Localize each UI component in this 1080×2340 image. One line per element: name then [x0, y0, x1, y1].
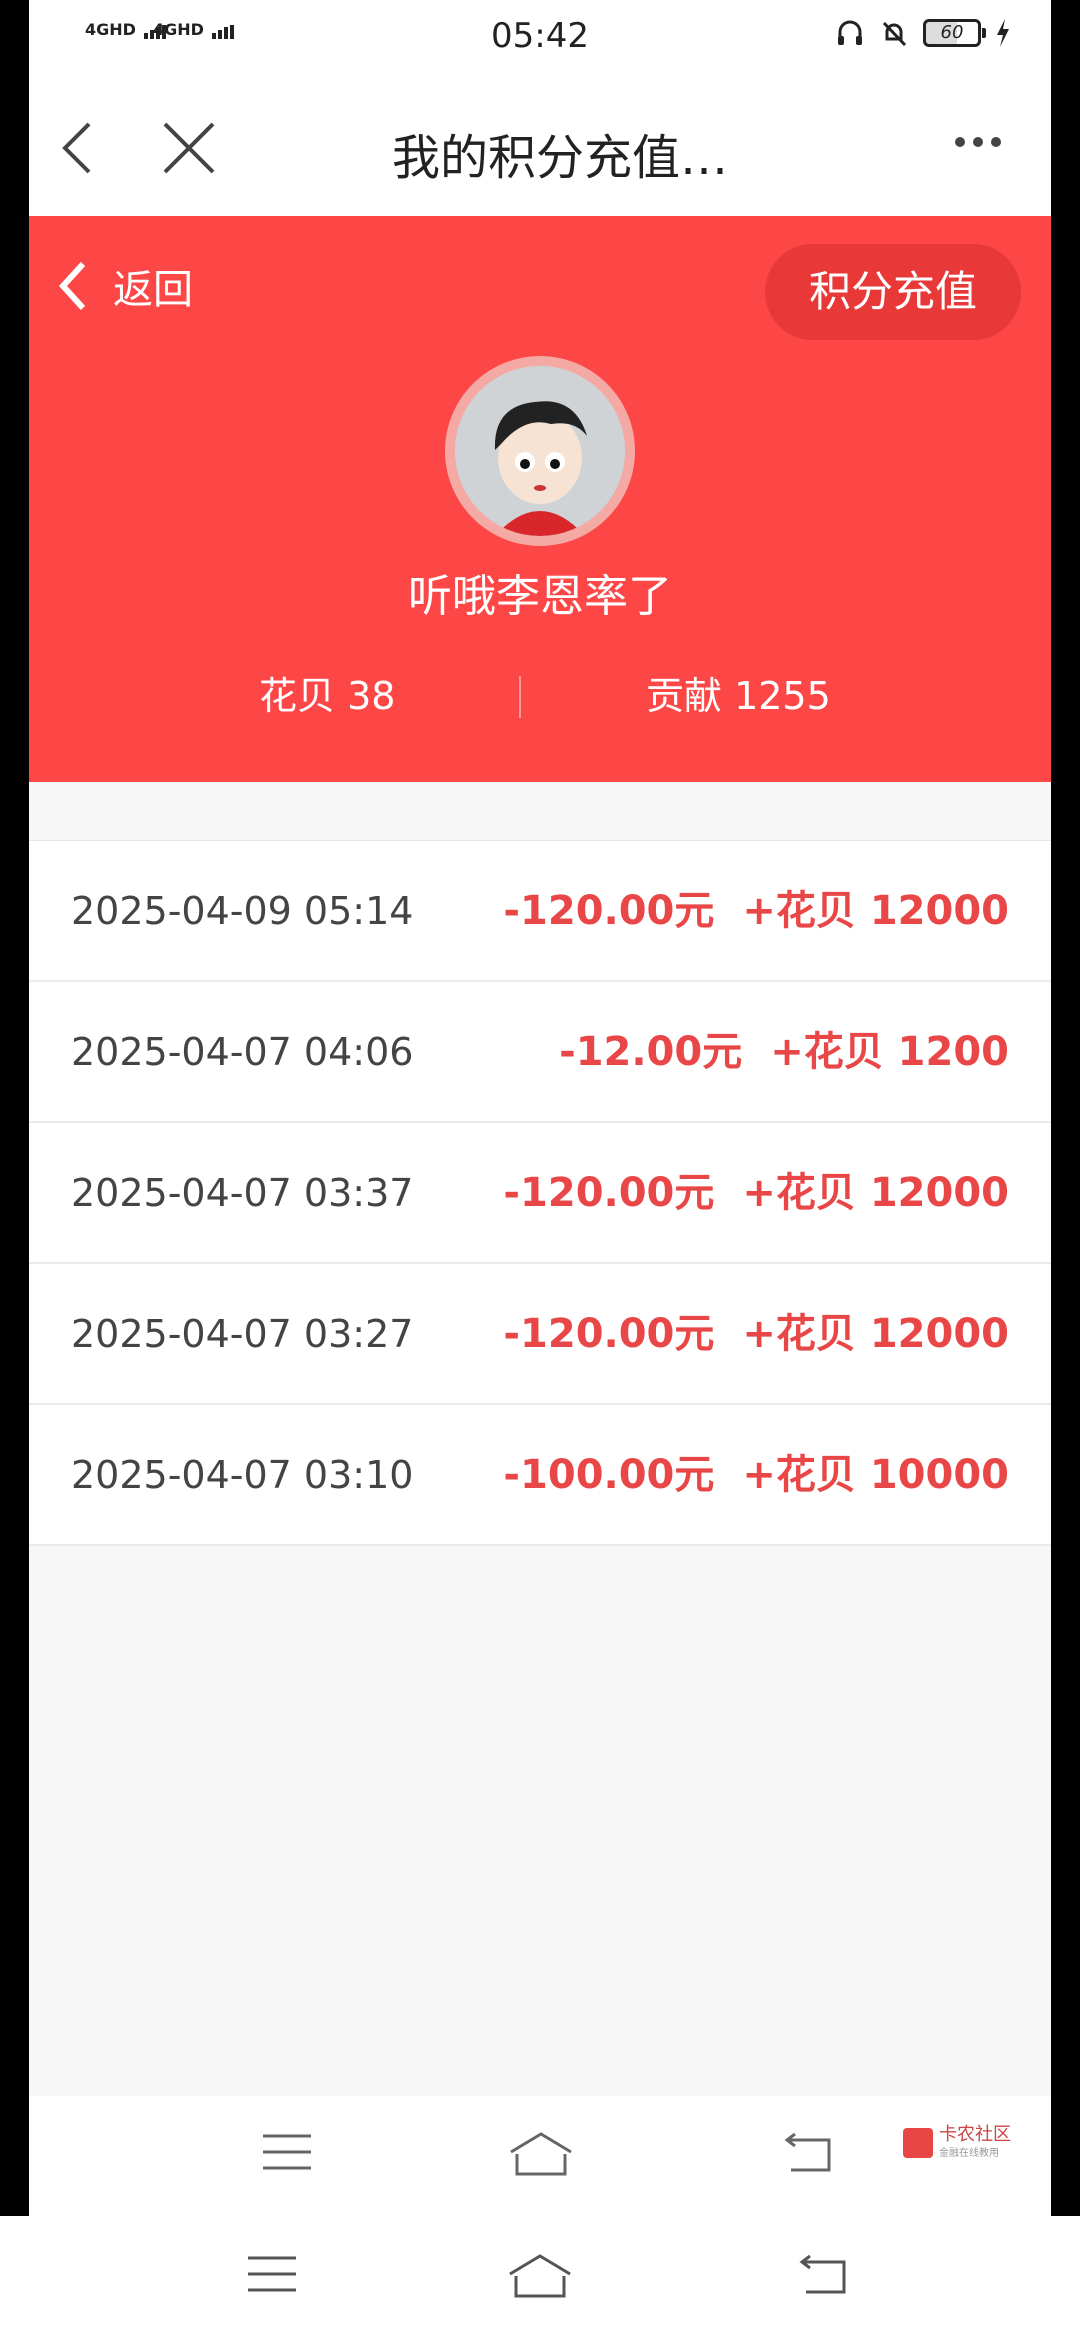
chevron-left-icon — [58, 261, 86, 311]
app-screen: 4GHD 4GHD 05:42 60 我的积分充值… 返回 积分充值 听哦李恩率… — [29, 0, 1051, 2216]
contribution-count: 贡献 1255 — [646, 674, 831, 718]
status-bar: 4GHD 4GHD 05:42 60 — [29, 0, 1051, 76]
record-amount: -120.00元 — [503, 1311, 715, 1357]
nav-bar: 我的积分充值… — [29, 76, 1051, 216]
system-nav-bar — [0, 2216, 1080, 2340]
avatar-image — [455, 366, 625, 536]
record-date: 2025-04-07 04:06 — [71, 1030, 414, 1074]
menu-icon[interactable] — [246, 2252, 298, 2296]
charging-icon — [997, 19, 1009, 47]
bell-muted-icon — [882, 21, 907, 47]
avatar — [445, 356, 635, 546]
record-amounts: -120.00元 +花贝 12000 — [503, 1123, 1009, 1264]
record-amounts: -12.00元 +花贝 1200 — [559, 982, 1009, 1123]
watermark-logo-icon — [903, 2127, 933, 2158]
page-title: 我的积分充值… — [391, 130, 728, 186]
headphones-icon — [838, 20, 862, 45]
record-amount: -120.00元 — [503, 1170, 715, 1216]
menu-icon[interactable] — [261, 2130, 313, 2174]
watermark: 卡农社区 金融在线教用 — [903, 2126, 1011, 2159]
record-points: +花贝 12000 — [742, 1311, 1009, 1357]
status-icons: 60 — [835, 18, 1011, 48]
record-points: +花贝 12000 — [742, 1170, 1009, 1216]
record-date: 2025-04-09 05:14 — [71, 889, 414, 933]
record-date: 2025-04-07 03:27 — [71, 1312, 414, 1356]
record-amount: -12.00元 — [559, 1029, 743, 1075]
watermark-title: 卡农社区 — [939, 2124, 1011, 2145]
record-points: +花贝 12000 — [742, 888, 1009, 934]
watermark-subtitle: 金融在线教用 — [939, 2148, 999, 2159]
record-amounts: -120.00元 +花贝 12000 — [503, 841, 1009, 982]
record-date: 2025-04-07 03:10 — [71, 1453, 414, 1497]
back-icon[interactable] — [798, 2252, 850, 2296]
list-item: 2025-04-07 03:27 -120.00元 +花贝 12000 — [29, 1264, 1051, 1405]
list-item: 2025-04-09 05:14 -120.00元 +花贝 12000 — [29, 841, 1051, 982]
recharge-button[interactable]: 积分充值 — [765, 244, 1021, 340]
home-icon[interactable] — [507, 2130, 575, 2178]
record-date: 2025-04-07 03:37 — [71, 1171, 414, 1215]
username: 听哦李恩率了 — [408, 571, 672, 622]
record-amount: -120.00元 — [503, 888, 715, 934]
record-points: +花贝 10000 — [742, 1452, 1009, 1498]
home-icon[interactable] — [506, 2252, 574, 2300]
stats-divider — [519, 676, 521, 718]
bottom-nav: 卡农社区 金融在线教用 — [29, 2096, 1051, 2216]
huabei-count: 花贝 38 — [259, 674, 396, 718]
list-item: 2025-04-07 03:37 -120.00元 +花贝 12000 — [29, 1123, 1051, 1264]
back-label: 返回 — [113, 267, 193, 313]
list-item: 2025-04-07 03:10 -100.00元 +花贝 10000 — [29, 1405, 1051, 1546]
record-amounts: -120.00元 +花贝 12000 — [503, 1264, 1009, 1405]
recharge-records: 2025-04-09 05:14 -120.00元 +花贝 12000 2025-… — [29, 840, 1051, 1546]
record-amounts: -100.00元 +花贝 10000 — [503, 1405, 1009, 1546]
user-stats: 花贝 38 贡献 1255 — [29, 666, 1051, 726]
back-button[interactable]: 返回 — [53, 256, 193, 316]
profile-header: 返回 积分充值 听哦李恩率了 花贝 38 贡献 1255 — [29, 216, 1051, 782]
more-dots-icon[interactable] — [955, 132, 1011, 162]
back-icon[interactable] — [783, 2130, 835, 2174]
record-points: +花贝 1200 — [770, 1029, 1009, 1075]
record-amount: -100.00元 — [503, 1452, 715, 1498]
battery-icon: 60 — [923, 19, 986, 47]
list-item: 2025-04-07 04:06 -12.00元 +花贝 1200 — [29, 982, 1051, 1123]
